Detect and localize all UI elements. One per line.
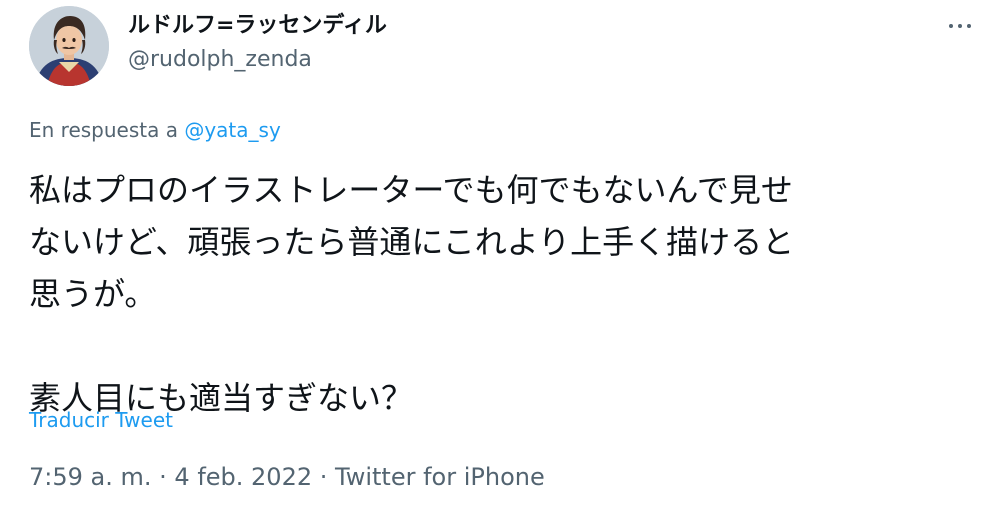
tweet-source: Twitter for iPhone xyxy=(335,463,545,491)
tweet-text-line: ないけど、頑張ったら普通にこれより上手く描けると xyxy=(29,223,795,261)
tweet-card: ルドルフ=ラッセンディル @rudolph_zenda En respuesta… xyxy=(0,0,1000,505)
author-handle[interactable]: @rudolph_zenda xyxy=(128,46,312,74)
reply-prefix: En respuesta a xyxy=(29,118,178,142)
tweet-text-line: 私はプロのイラストレーターでも何でもないんで見せ xyxy=(29,171,793,209)
tweet-date[interactable]: 4 feb. 2022 xyxy=(174,463,312,491)
tweet-time[interactable]: 7:59 a. m. xyxy=(29,463,152,491)
author-display-name[interactable]: ルドルフ=ラッセンディル xyxy=(128,12,387,40)
author-avatar[interactable] xyxy=(29,6,109,86)
user-avatar-icon xyxy=(29,6,109,86)
translate-tweet-link[interactable]: Traducir Tweet xyxy=(29,407,173,433)
reply-context: En respuesta a @yata_sy xyxy=(29,117,281,143)
more-horizontal-icon xyxy=(949,24,953,28)
more-options-button[interactable] xyxy=(940,18,980,34)
more-horizontal-icon xyxy=(967,24,971,28)
meta-separator: · xyxy=(319,463,328,491)
meta-separator: · xyxy=(159,463,167,491)
more-horizontal-icon xyxy=(958,24,962,28)
tweet-text-line xyxy=(29,320,979,372)
reply-mention-link[interactable]: @yata_sy xyxy=(184,118,280,142)
tweet-text-line: 思うが。 xyxy=(29,275,157,313)
tweet-metadata: 7:59 a. m. · 4 feb. 2022 · Twitter for i… xyxy=(29,462,545,492)
tweet-text: 私はプロのイラストレーターでも何でもないんで見せ ないけど、頑張ったら普通にこれ… xyxy=(29,164,979,424)
